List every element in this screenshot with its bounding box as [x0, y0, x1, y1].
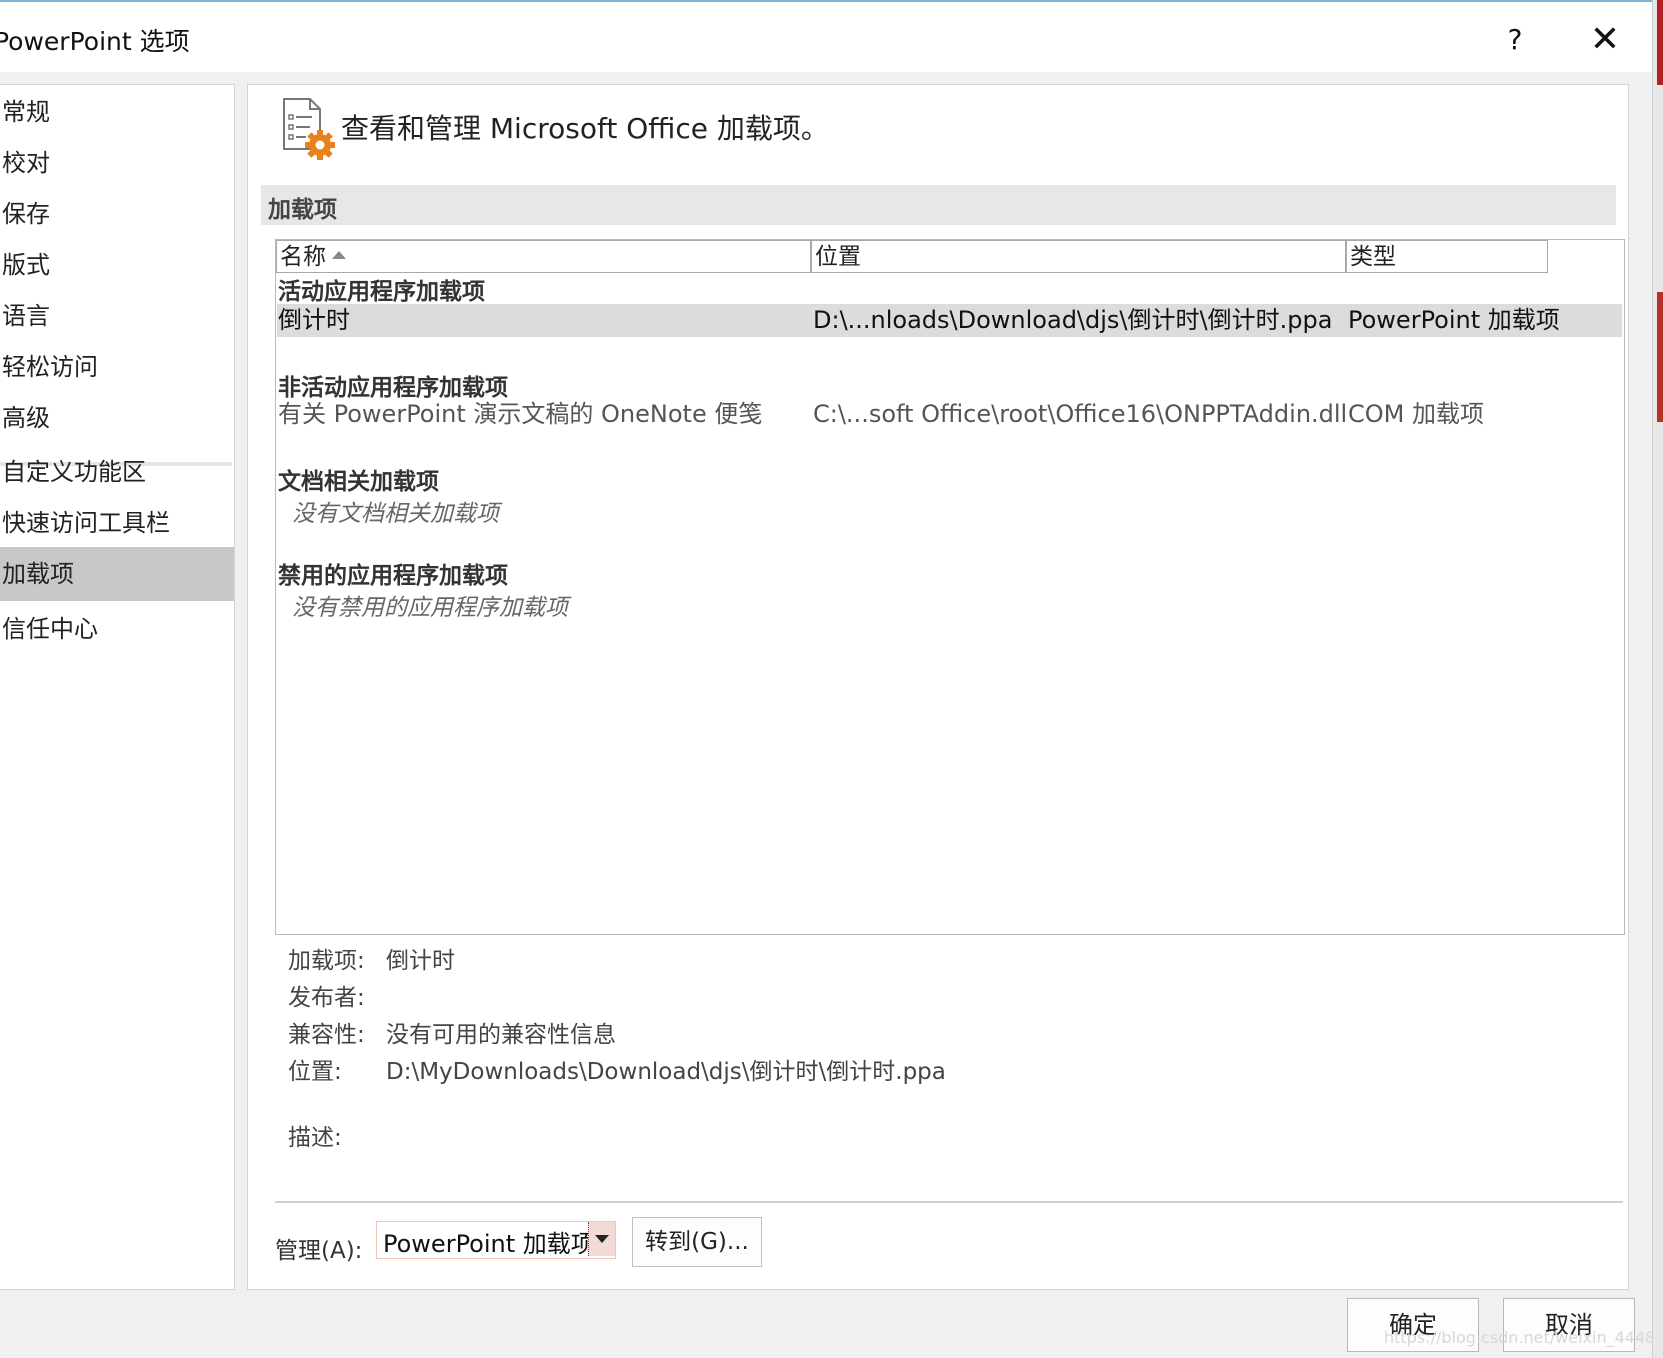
group-disabled-title: 禁用的应用程序加载项: [278, 563, 508, 589]
manage-dropdown-button[interactable]: [588, 1222, 615, 1256]
addins-settings-icon: [280, 97, 340, 163]
section-title: 加载项: [268, 197, 337, 223]
window-title: PowerPoint 选项: [0, 27, 190, 56]
background-window-edge: [1652, 0, 1663, 1358]
column-header-name[interactable]: 名称: [276, 240, 811, 273]
row-location: C:\...soft Office\root\Office16\ONPPTAdd…: [813, 400, 1348, 428]
detail-addin-label: 加载项:: [288, 948, 365, 974]
manage-select[interactable]: PowerPoint 加载项: [376, 1221, 616, 1259]
options-dialog: PowerPoint 选项 ? ✕ 常规 校对 保存 版式 语言 轻松访问 高级…: [0, 0, 1663, 1358]
group-active-title: 活动应用程序加载项: [278, 279, 485, 305]
row-type: COM 加载项: [1348, 400, 1484, 428]
addins-section-header: 加载项: [261, 185, 1616, 225]
column-header-location[interactable]: 位置: [811, 240, 1346, 273]
detail-compat-value: 没有可用的兼容性信息: [386, 1022, 616, 1048]
row-name: 倒计时: [278, 306, 350, 334]
background-accent: [1657, 0, 1663, 85]
title-bar: PowerPoint 选项 ? ✕: [0, 0, 1652, 72]
addins-list[interactable]: 名称 位置 类型 活动应用程序加载项 倒计时 D:\...nloads\Down…: [275, 239, 1625, 935]
sidebar-item-save[interactable]: 保存: [0, 187, 234, 241]
detail-publisher-label: 发布者:: [288, 985, 365, 1011]
watermark: https://blog.csdn.net/weixin_44480612: [1384, 1328, 1663, 1347]
sidebar-item-quick-access-toolbar[interactable]: 快速访问工具栏: [0, 496, 234, 550]
sidebar-item-accessibility[interactable]: 轻松访问: [0, 340, 234, 394]
background-accent: [1657, 292, 1663, 422]
panel-heading: 查看和管理 Microsoft Office 加载项。: [341, 112, 829, 145]
group-document-empty: 没有文档相关加载项: [292, 501, 499, 527]
detail-addin-value: 倒计时: [386, 948, 455, 974]
divider: [275, 1201, 1623, 1203]
manage-select-value: PowerPoint 加载项: [383, 1230, 595, 1258]
detail-location-value: D:\MyDownloads\Download\djs\倒计时\倒计时.ppa: [386, 1059, 946, 1085]
row-name: 有关 PowerPoint 演示文稿的 OneNote 便笺: [278, 400, 763, 428]
sidebar: 常规 校对 保存 版式 语言 轻松访问 高级 自定义功能区 快速访问工具栏 加载…: [0, 84, 235, 1290]
chevron-down-icon: [595, 1235, 609, 1243]
manage-label: 管理(A):: [275, 1238, 363, 1264]
group-document-title: 文档相关加载项: [278, 469, 439, 495]
sidebar-item-proofing[interactable]: 校对: [0, 136, 234, 190]
column-header-type[interactable]: 类型: [1346, 240, 1548, 273]
addins-panel: 查看和管理 Microsoft Office 加载项。 加载项 名称 位置 类型…: [247, 84, 1629, 1290]
help-button[interactable]: ?: [1485, 14, 1545, 64]
sidebar-item-customize-ribbon[interactable]: 自定义功能区: [0, 445, 234, 499]
sidebar-item-layout[interactable]: 版式: [0, 238, 234, 292]
sidebar-item-addins[interactable]: 加载项: [0, 547, 234, 601]
go-button[interactable]: 转到(G)...: [632, 1217, 762, 1267]
sort-ascending-icon: [332, 250, 346, 259]
column-header-name-label: 名称: [280, 244, 326, 270]
column-header-type-label: 类型: [1350, 244, 1396, 270]
sidebar-item-trust-center[interactable]: 信任中心: [0, 602, 234, 656]
close-button[interactable]: ✕: [1575, 14, 1635, 64]
table-row[interactable]: 有关 PowerPoint 演示文稿的 OneNote 便笺 C:\...sof…: [277, 398, 1622, 431]
sidebar-item-language[interactable]: 语言: [0, 289, 234, 343]
detail-compat-label: 兼容性:: [288, 1022, 365, 1048]
column-header-location-label: 位置: [815, 244, 861, 270]
detail-description-label: 描述:: [288, 1125, 342, 1151]
table-row[interactable]: 倒计时 D:\...nloads\Download\djs\倒计时\倒计时.pp…: [277, 304, 1622, 337]
group-inactive-title: 非活动应用程序加载项: [278, 375, 508, 401]
detail-location-label: 位置:: [288, 1059, 342, 1085]
close-icon: ✕: [1589, 18, 1621, 60]
row-type: PowerPoint 加载项: [1348, 306, 1560, 334]
group-disabled-empty: 没有禁用的应用程序加载项: [292, 595, 568, 621]
row-location: D:\...nloads\Download\djs\倒计时\倒计时.ppa: [813, 306, 1333, 334]
sidebar-item-general[interactable]: 常规: [0, 85, 234, 139]
sidebar-item-advanced[interactable]: 高级: [0, 391, 234, 445]
